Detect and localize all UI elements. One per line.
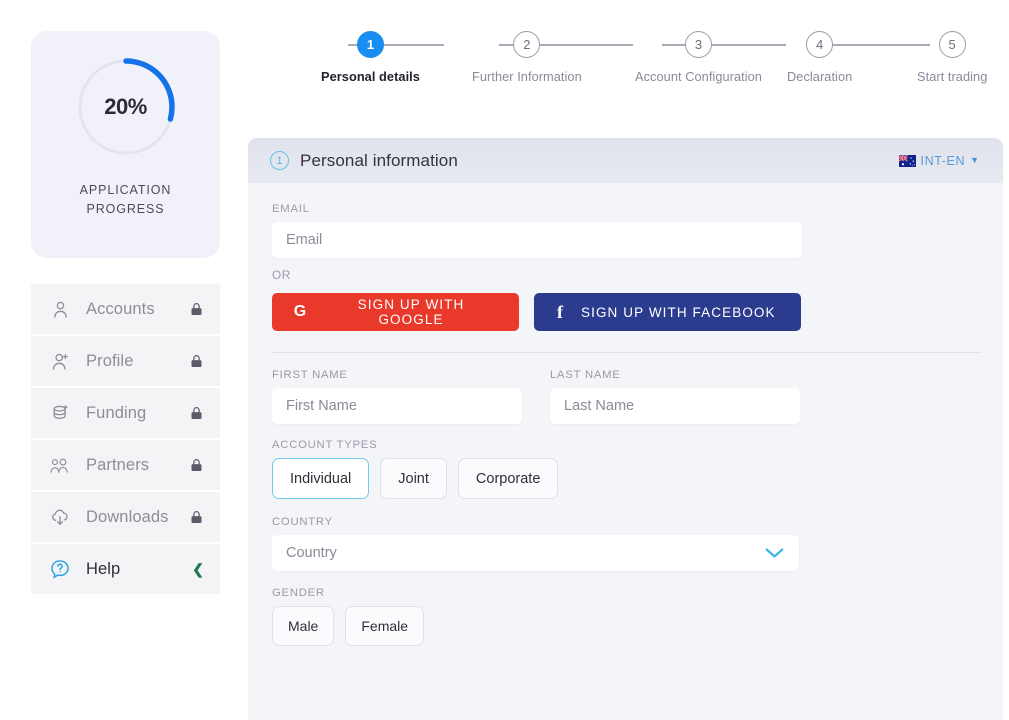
account-type-option-individual[interactable]: Individual [272,458,370,499]
country-select-wrapper[interactable] [272,535,799,571]
sidebar-item-label: Downloads [86,507,169,526]
country-select-input[interactable] [272,535,799,571]
step-label: Personal details [321,69,420,84]
last-name-label: LAST NAME [550,369,621,381]
sign-up-with-google-label: SIGN UP WITH GOOGLE [357,297,465,327]
cloud-download-icon [48,505,72,529]
help-bubble-icon [48,557,72,581]
google-g-icon: G [293,303,308,320]
panel-body: EMAIL OR G SIGN UP WITH GOOGLE f SIGN UP… [248,183,1003,646]
last-name-field-group: LAST NAME [550,369,800,424]
sidebar-item-funding[interactable]: Funding [31,388,220,438]
sign-up-with-facebook-label: SIGN UP WITH FACEBOOK [581,304,776,320]
sidebar-nav: Accounts Profile Funding Partners Downlo… [31,284,220,594]
sign-up-with-google-button[interactable]: G SIGN UP WITH GOOGLE [272,293,519,331]
lock-icon [189,353,204,369]
account-types-group: ACCOUNT TYPES Individual Joint Corporate [272,439,981,499]
sidebar-item-profile[interactable]: Profile [31,336,220,386]
step-3-account-configuration[interactable]: 3 Account Configuration [635,31,762,84]
progress-caption: APPLICATION PROGRESS [80,181,172,220]
facebook-f-icon: f [556,302,565,322]
lock-icon [189,405,204,421]
sidebar-item-downloads[interactable]: Downloads [31,492,220,542]
section-number-badge: 1 [270,151,289,170]
country-field-group: COUNTRY [272,516,981,571]
user-add-icon [48,349,72,373]
account-types-options: Individual Joint Corporate [272,458,981,499]
language-selector[interactable]: INT-EN ▼ [898,153,979,168]
step-label: Start trading [917,69,988,84]
lock-icon [189,301,204,317]
sign-up-with-facebook-button[interactable]: f SIGN UP WITH FACEBOOK [534,293,801,331]
page-title: Personal information [300,150,458,170]
sidebar-item-label: Help [86,559,121,578]
lock-icon [189,457,204,473]
step-number-circle: 1 [356,31,384,58]
sidebar-item-label: Funding [86,403,147,422]
progress-caption-line2: PROGRESS [86,202,165,217]
first-name-input[interactable] [272,388,522,424]
step-label: Declaration [787,69,853,84]
step-number-circle: 3 [684,31,712,58]
step-5-start-trading[interactable]: 5 Start trading [917,31,987,84]
account-types-label: ACCOUNT TYPES [272,439,378,451]
step-1-personal-details[interactable]: 1 Personal details [321,31,420,84]
progress-caption-line1: APPLICATION [79,183,172,197]
first-name-field-group: FIRST NAME [272,369,522,424]
email-label: EMAIL [272,203,310,215]
coins-stack-icon [48,401,72,425]
country-label: COUNTRY [272,516,333,528]
gender-option-female[interactable]: Female [345,606,425,646]
sidebar-item-label: Profile [86,351,134,370]
name-fields-row: FIRST NAME LAST NAME [272,353,981,424]
caret-down-icon: ▼ [970,155,979,165]
account-type-option-joint[interactable]: Joint [380,458,447,499]
step-number-circle: 4 [806,31,834,58]
user-icon [48,297,72,321]
panel-header: 1 Personal information INT-EN ▼ [248,138,1003,183]
email-input[interactable] [272,222,802,258]
gender-options: Male Female [272,606,981,646]
sidebar: 20% APPLICATION PROGRESS Accounts Profil… [31,31,220,596]
language-code: INT-EN [920,153,966,168]
sidebar-item-label: Accounts [86,299,155,318]
stepper-track: 1 Personal details 2 Further Information… [262,31,1002,84]
australia-flag-icon [898,154,916,167]
last-name-input[interactable] [550,388,800,424]
first-name-label: FIRST NAME [272,369,348,381]
step-label: Further Information [472,69,582,84]
email-field-group: EMAIL [272,203,802,258]
gender-field-group: GENDER Male Female [272,587,981,646]
or-separator-text: OR [272,268,291,282]
step-number-circle: 2 [513,31,541,58]
sidebar-item-help[interactable]: Help ❮ [31,544,220,594]
social-signup-row: G SIGN UP WITH GOOGLE f SIGN UP WITH FAC… [272,293,981,331]
users-group-icon [48,453,72,477]
sidebar-item-accounts[interactable]: Accounts [31,284,220,334]
step-4-declaration[interactable]: 4 Declaration [787,31,852,84]
progress-ring: 20% [74,55,178,159]
gender-label: GENDER [272,587,325,599]
application-progress-card: 20% APPLICATION PROGRESS [31,31,220,258]
step-label: Account Configuration [635,69,762,84]
chevron-left-icon[interactable]: ❮ [192,561,204,578]
account-type-option-corporate[interactable]: Corporate [457,458,559,499]
progress-stepper: 1 Personal details 2 Further Information… [262,31,1002,111]
sidebar-item-label: Partners [86,455,150,474]
progress-percent-value: 20% [104,94,147,119]
step-number-circle: 5 [938,31,966,58]
gender-option-male[interactable]: Male [272,606,335,646]
personal-information-panel: 1 Personal information INT-EN ▼ EMAIL Em… [248,138,1003,720]
sidebar-item-partners[interactable]: Partners [31,440,220,490]
step-2-further-information[interactable]: 2 Further Information [472,31,582,84]
lock-icon [189,509,204,525]
step-connector [662,44,786,46]
